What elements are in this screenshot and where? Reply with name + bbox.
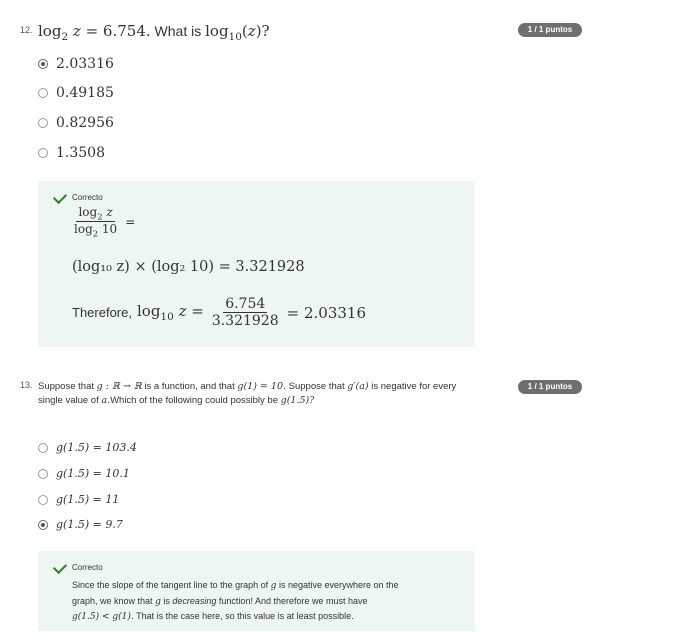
option-label: 2.03316 [56, 56, 114, 72]
answer-option[interactable]: 2.03316 [38, 56, 114, 72]
radio-icon[interactable] [38, 88, 48, 98]
feedback-panel: Correcto log2 z log2 10 = (log₁₀ z) × (lo… [38, 181, 475, 347]
option-label: 0.82956 [56, 115, 114, 131]
question-text: Suppose that g : ℝ → ℝ is a function, an… [38, 381, 457, 406]
radio-icon[interactable] [38, 494, 48, 505]
answer-option[interactable]: 0.49185 [38, 85, 114, 101]
score-badge: 1 / 1 puntos [518, 23, 582, 37]
option-label: 1.3508 [56, 145, 105, 161]
checkmark-icon [52, 559, 68, 575]
feedback-panel: Correcto Since the slope of the tangent … [38, 551, 475, 631]
feedback-label: Correcto [72, 193, 103, 202]
option-label: g(1.5) = 9.7 [56, 518, 123, 531]
equation-line: (log₁₀ z) × (log₂ 10) = 3.321928 [72, 259, 305, 275]
radio-icon[interactable] [38, 468, 48, 479]
radio-icon[interactable] [38, 442, 48, 453]
question-title: log2 z = 6.754. What is log10(z)? [38, 22, 270, 43]
result-line: Therefore, log10 z = 6.754 3.321928 = 2.… [72, 296, 367, 329]
answer-option[interactable]: g(1.5) = 103.4 [38, 441, 137, 454]
question-number: 12. [20, 25, 33, 35]
option-label: g(1.5) = 11 [56, 493, 120, 506]
checkmark-icon [52, 189, 68, 205]
feedback-text: Since the slope of the tangent line to t… [72, 580, 399, 622]
option-label: g(1.5) = 10.1 [56, 467, 130, 480]
radio-selected-icon[interactable] [38, 519, 48, 530]
answer-option[interactable]: g(1.5) = 9.7 [38, 518, 123, 531]
answer-option[interactable]: g(1.5) = 11 [38, 493, 119, 506]
answer-option[interactable]: 0.82956 [38, 115, 114, 131]
answer-option[interactable]: 1.3508 [38, 145, 105, 161]
option-label: g(1.5) = 103.4 [56, 441, 137, 454]
question-number: 13. [20, 380, 33, 390]
radio-icon[interactable] [38, 118, 48, 128]
radio-icon[interactable] [38, 148, 48, 158]
feedback-label: Correcto [72, 563, 103, 572]
radio-selected-icon[interactable] [38, 59, 48, 69]
option-label: 0.49185 [56, 85, 114, 101]
answer-option[interactable]: g(1.5) = 10.1 [38, 467, 130, 480]
score-badge: 1 / 1 puntos [518, 380, 582, 394]
fraction-equation: log2 z log2 10 = [74, 205, 136, 239]
